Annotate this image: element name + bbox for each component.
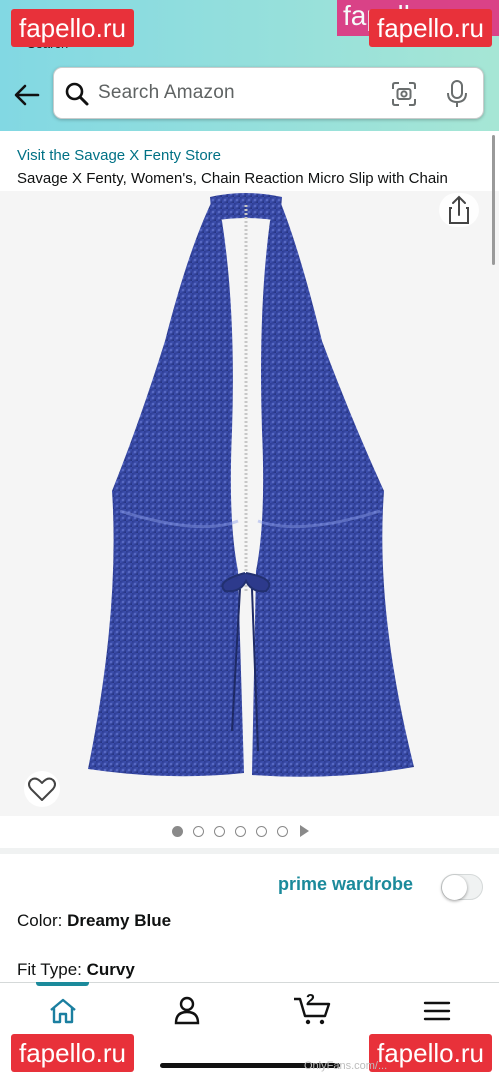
wishlist-button[interactable] [24,771,60,807]
home-icon[interactable] [48,997,78,1025]
microphone-icon[interactable] [445,79,469,109]
cart-count-badge: 2 [306,992,315,1009]
search-placeholder: Search Amazon [98,82,235,103]
share-icon[interactable] [439,193,479,227]
color-label: Color: [17,911,63,930]
color-value: Dreamy Blue [67,911,172,930]
nav-active-indicator [36,982,89,986]
video-play-icon[interactable] [300,825,309,837]
color-option: Color: Dreamy Blue [17,911,171,931]
carousel-dot[interactable] [256,825,267,837]
carousel-dot[interactable] [172,825,183,837]
product-title: Savage X Fenty, Women's, Chain Reaction … [17,170,448,187]
camera-scan-icon[interactable] [390,80,418,108]
carousel-dot[interactable] [235,825,246,837]
watermark-top-left: fapello.ru [11,9,134,47]
search-input[interactable]: Search Amazon [53,67,484,119]
fit-type-label: Fit Type: [17,960,82,979]
watermark-overlay-text: OnlyFans.com/... [304,1060,388,1072]
search-icon [65,82,89,106]
image-carousel-indicator[interactable] [172,824,309,838]
prime-wardrobe-toggle[interactable] [441,874,483,900]
carousel-dot[interactable] [193,825,204,837]
sequin-halter-top-image [88,193,414,777]
back-arrow-icon[interactable] [12,80,42,110]
user-icon[interactable] [173,995,201,1025]
section-divider [0,848,499,854]
product-image[interactable] [0,191,499,816]
watermark-bottom-right: fapello.ru [369,1034,492,1072]
carousel-dot[interactable] [214,825,225,837]
toggle-knob [442,875,467,900]
heart-icon [28,777,56,801]
prime-wardrobe-label: prime wardrobe [278,874,414,894]
watermark-top-right: fapello.ru [369,9,492,47]
carousel-dot[interactable] [277,825,288,837]
store-link[interactable]: Visit the Savage X Fenty Store [17,147,221,164]
menu-icon[interactable] [423,999,451,1023]
fit-type-value: Curvy [86,960,135,979]
fit-type-option: Fit Type: Curvy [17,960,135,980]
page-scrollbar[interactable] [492,135,495,265]
watermark-bottom-left: fapello.ru [11,1034,134,1072]
